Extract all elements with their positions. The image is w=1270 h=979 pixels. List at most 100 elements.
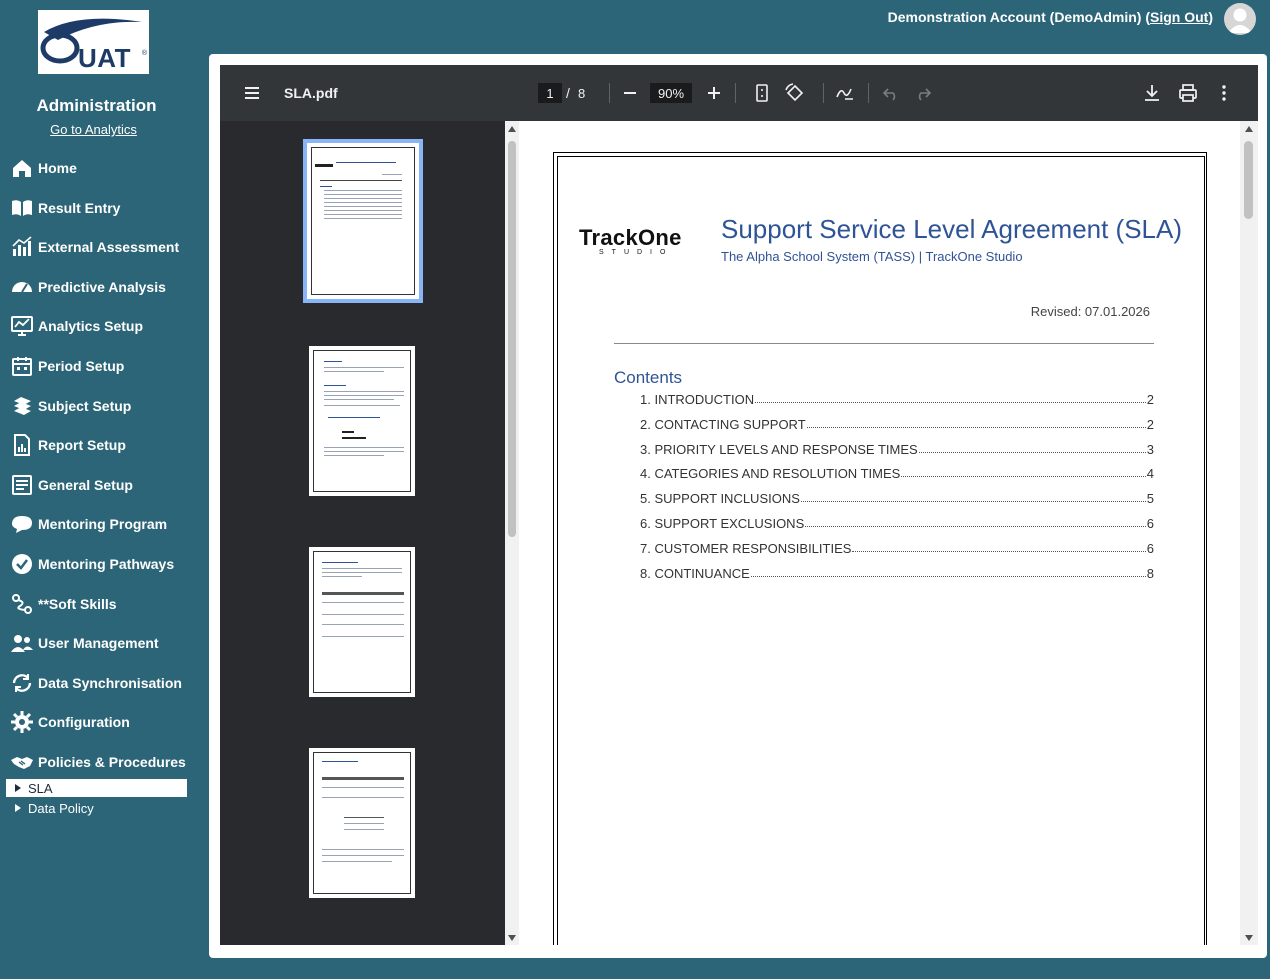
sidebar-item-report-setup[interactable]: Report Setup <box>10 432 205 458</box>
chat-icon <box>10 512 34 536</box>
download-icon[interactable] <box>1140 81 1164 105</box>
thumbnail-text-line <box>322 562 358 563</box>
zoom-in-icon[interactable] <box>702 81 726 105</box>
sidebar-item-label: Configuration <box>38 714 130 731</box>
toc-entry[interactable]: 4. CATEGORIES AND RESOLUTION TIMES 4 <box>640 463 1154 481</box>
document-subtitle: The Alpha School System (TASS) | TrackOn… <box>721 249 1023 264</box>
calendar-icon <box>10 354 34 378</box>
thumbnail-page-4[interactable] <box>309 748 415 898</box>
trackone-logo: TrackOne STUDIO <box>579 225 701 261</box>
fit-page-icon[interactable] <box>750 81 774 105</box>
toc-entry[interactable]: 1. INTRODUCTION 2 <box>640 389 1154 407</box>
undo-icon[interactable] <box>879 81 903 105</box>
sidebar-item-mentoring-program[interactable]: Mentoring Program <box>10 511 205 537</box>
sidebar-item-soft-skills[interactable]: **Soft Skills <box>10 591 205 617</box>
thumbnail-text-line <box>315 164 333 167</box>
home-icon <box>10 156 34 180</box>
sidebar-item-label: Home <box>38 160 77 176</box>
thumbnail-text-line <box>324 218 402 219</box>
sidebar-item-general-setup[interactable]: General Setup <box>10 472 205 498</box>
zoom-input[interactable] <box>650 83 692 103</box>
book-open-icon <box>10 196 34 220</box>
scroll-down-arrow-icon[interactable] <box>1245 935 1253 941</box>
toc-entry[interactable]: 2. CONTACTING SUPPORT 2 <box>640 414 1154 432</box>
sidebar-item-predictive-analysis[interactable]: Predictive Analysis <box>10 274 205 300</box>
toc-leader-dots <box>755 402 1146 403</box>
toolbar-divider <box>823 83 824 103</box>
toc-leader-dots <box>918 451 1146 453</box>
menu-icon[interactable] <box>240 81 264 105</box>
thumbnail-text-line <box>324 202 402 203</box>
document-scrollbar-thumb[interactable] <box>1244 141 1253 219</box>
thumbnail-text-line <box>324 367 404 368</box>
thumbnail-text-line <box>322 849 404 850</box>
thumbnail-page-frame <box>313 551 411 693</box>
thumbnail-text-line <box>322 572 402 573</box>
sidebar-item-subject-setup[interactable]: Subject Setup <box>10 393 205 419</box>
scroll-up-arrow-icon[interactable] <box>1245 126 1253 132</box>
rotate-icon[interactable] <box>783 81 807 105</box>
sidebar-item-result-entry[interactable]: Result Entry <box>10 195 205 221</box>
thumbnail-page-frame <box>313 752 411 894</box>
toc-entry[interactable]: 7. CUSTOMER RESPONSIBILITIES 6 <box>640 538 1154 556</box>
sidebar-item-external-assessment[interactable]: External Assessment <box>10 234 205 260</box>
route-icon <box>10 592 34 616</box>
toc-entry[interactable]: 3. PRIORITY LEVELS AND RESPONSE TIMES 3 <box>640 439 1154 457</box>
avatar[interactable] <box>1224 3 1256 35</box>
signout-paren-close: ) <box>1208 9 1213 25</box>
print-icon[interactable] <box>1176 81 1200 105</box>
gear-icon <box>10 710 34 734</box>
sidebar: UAT ® Administration Go to Analytics Hom… <box>0 0 209 979</box>
thumbnail-text-line <box>324 385 346 386</box>
toc-leader-dots <box>852 550 1146 552</box>
sidebar-item-mentoring-pathways[interactable]: Mentoring Pathways <box>10 551 205 577</box>
thumbnail-text-line <box>344 817 384 818</box>
zoom-out-icon[interactable] <box>618 81 642 105</box>
sidebar-item-user-management[interactable]: User Management <box>10 630 205 656</box>
thumbnail-page-2[interactable] <box>309 346 415 496</box>
thumbnail-text-line <box>322 602 404 603</box>
thumbnail-text-line <box>322 777 404 780</box>
sync-icon <box>10 671 34 695</box>
document-scrollbar[interactable] <box>1240 121 1258 945</box>
scroll-down-arrow-icon[interactable] <box>508 935 516 941</box>
thumbnail-page-3[interactable] <box>309 547 415 697</box>
scroll-up-arrow-icon[interactable] <box>508 126 516 132</box>
thumbnail-text-line <box>342 431 354 433</box>
sidebar-item-policies-procedures[interactable]: Policies & Procedures <box>10 749 205 775</box>
go-to-analytics-link[interactable]: Go to Analytics <box>0 122 187 137</box>
redo-icon[interactable] <box>911 81 935 105</box>
toc-entry[interactable]: 8. CONTINUANCE 8 <box>640 563 1154 581</box>
bar-chart-icon <box>10 235 34 259</box>
sidebar-item-home[interactable]: Home <box>10 155 205 181</box>
sidebar-item-configuration[interactable]: Configuration <box>10 709 205 735</box>
toc-entry[interactable]: 6. SUPPORT EXCLUSIONS 6 <box>640 513 1154 531</box>
annotate-icon[interactable] <box>833 81 857 105</box>
thumbnail-scrollbar-thumb[interactable] <box>508 141 516 537</box>
thumbnail-text-line <box>322 624 404 625</box>
thumbnail-page-1[interactable] <box>303 139 423 303</box>
pdf-viewer: SLA.pdf / 8 <box>220 65 1258 945</box>
page-total: 8 <box>578 86 586 101</box>
thumbnail-text-line <box>324 451 404 452</box>
sidebar-subitem-data-policy[interactable]: Data Policy <box>6 799 187 817</box>
users-icon <box>10 631 34 655</box>
thumbnail-text-line <box>382 174 402 175</box>
page-number-input[interactable] <box>538 83 562 103</box>
document-page: TrackOne STUDIO Support Service Level Ag… <box>524 124 1238 945</box>
sign-out-link[interactable]: Sign Out <box>1150 9 1208 25</box>
sidebar-subitem-sla[interactable]: SLA <box>6 779 187 797</box>
toc-leader-dots <box>901 476 1146 478</box>
sidebar-item-period-setup[interactable]: Period Setup <box>10 353 205 379</box>
thumbnail-text-line <box>322 761 358 762</box>
sidebar-subitem-label: SLA <box>28 780 53 796</box>
thumbnail-text-line <box>324 399 394 400</box>
toc-entry[interactable]: 5. SUPPORT INCLUSIONS 5 <box>640 488 1154 506</box>
thumbnail-text-line <box>322 797 404 798</box>
trackone-logo-sub: STUDIO <box>599 249 674 256</box>
sidebar-item-data-synchronisation[interactable]: Data Synchronisation <box>10 670 205 696</box>
uat-logo[interactable]: UAT ® <box>38 10 149 74</box>
sidebar-item-analytics-setup[interactable]: Analytics Setup <box>10 313 205 339</box>
more-options-icon[interactable] <box>1212 81 1236 105</box>
toolbar-divider <box>735 83 736 103</box>
